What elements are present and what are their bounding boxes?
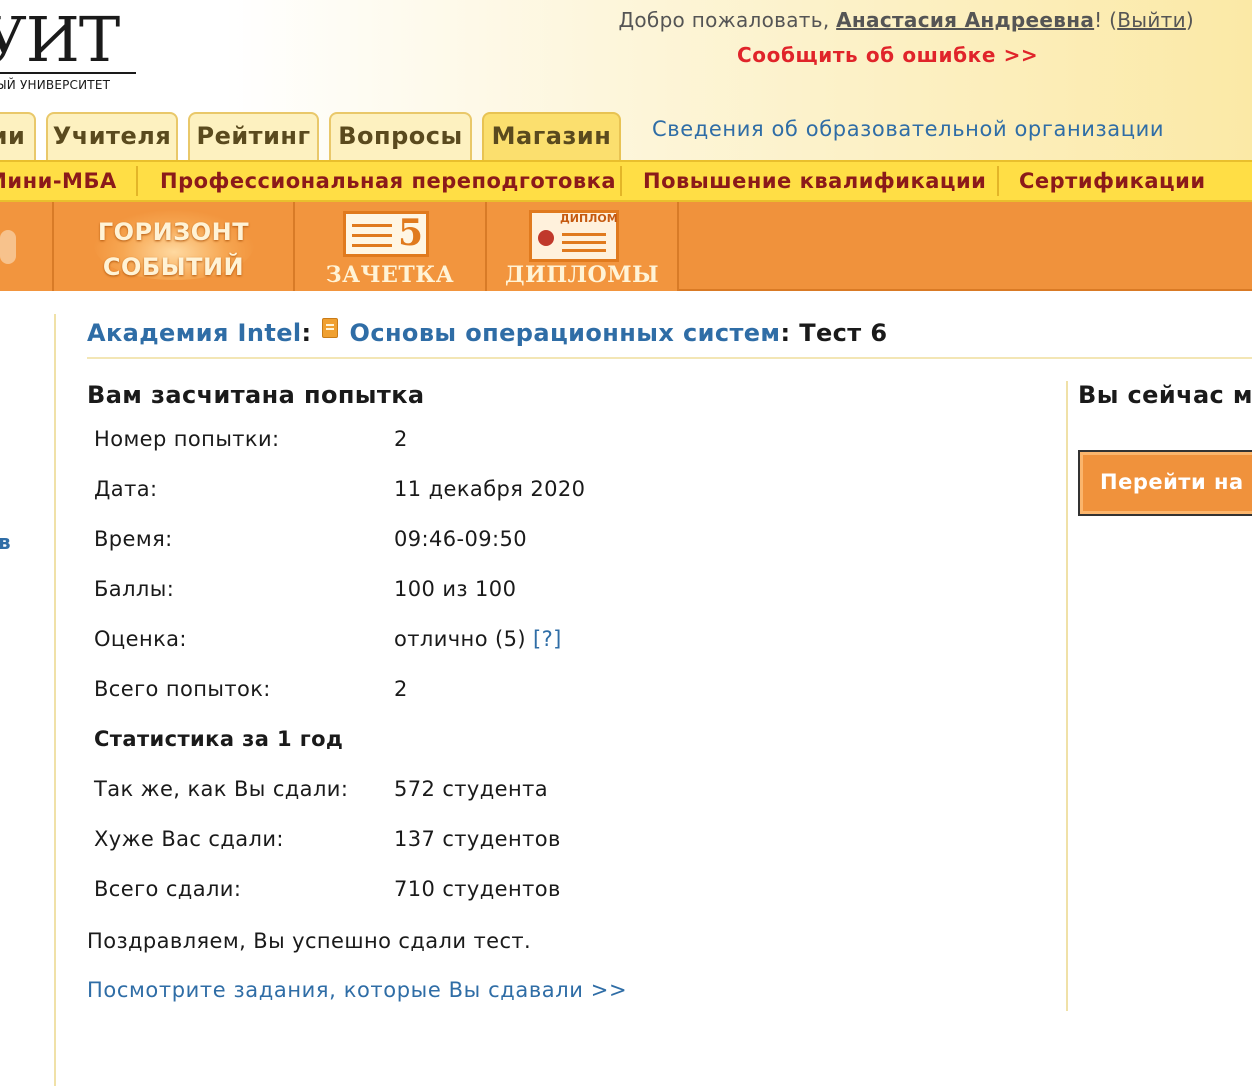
tab-partial[interactable]: ии bbox=[0, 112, 36, 162]
table-row: Всего сдали: 710 студентов bbox=[94, 864, 585, 914]
nav-qualification[interactable]: Повышение квалификации bbox=[643, 169, 986, 193]
total-passed-label: Всего сдали: bbox=[94, 877, 242, 901]
sidebar-heading: Вы сейчас мо bbox=[1078, 381, 1252, 409]
partial-icon bbox=[0, 230, 16, 264]
breadcrumb-divider bbox=[87, 357, 1252, 359]
welcome-punct: ! ( bbox=[1094, 8, 1118, 32]
diplomas-label: ДИПЛОМЫ bbox=[504, 262, 660, 288]
gradebook-tile[interactable]: 5 ЗАЧЕТКА bbox=[295, 202, 487, 291]
feature-bar: ГОРИЗОНТ СОБЫТИЙ 5 ЗАЧЕТКА ДИПЛОМ ДИПЛОМ… bbox=[0, 202, 1252, 291]
user-profile-link[interactable]: Анастасия Андреевна bbox=[836, 8, 1094, 32]
worse-result-label: Хуже Вас сдали: bbox=[94, 827, 284, 851]
time-label: Время: bbox=[94, 527, 173, 551]
horizon-label-top: ГОРИЗОНТ bbox=[97, 218, 250, 246]
diplomas-tile[interactable]: ДИПЛОМ ДИПЛОМЫ bbox=[487, 202, 679, 291]
horizon-label-bottom: СОБЫТИЙ bbox=[102, 253, 245, 281]
book-icon bbox=[321, 318, 338, 338]
goto-button[interactable]: Перейти на с bbox=[1078, 450, 1252, 516]
nav-divider bbox=[997, 166, 999, 196]
attempt-number-label: Номер попытки: bbox=[94, 427, 280, 451]
score-value: 100 из 100 bbox=[394, 577, 517, 601]
breadcrumb: Академия Intel: Основы операционных систе… bbox=[87, 318, 887, 347]
grade-cell: отлично (5) [?] bbox=[394, 614, 585, 664]
same-result-label: Так же, как Вы сдали: bbox=[94, 777, 349, 801]
nav-certification[interactable]: Сертификации bbox=[1019, 169, 1206, 193]
table-row: Всего попыток: 2 bbox=[94, 664, 585, 714]
grade-help-link[interactable]: [?] bbox=[533, 627, 562, 651]
stats-heading: Статистика за 1 год bbox=[94, 727, 344, 751]
nav-divider bbox=[136, 166, 138, 196]
tab-teachers[interactable]: Учителя bbox=[46, 112, 178, 162]
time-value: 09:46-09:50 bbox=[394, 527, 528, 551]
table-row: Дата: 11 декабря 2020 bbox=[94, 464, 585, 514]
date-value: 11 декабря 2020 bbox=[394, 477, 586, 501]
welcome-close: ) bbox=[1185, 8, 1194, 32]
nav-divider bbox=[620, 166, 622, 196]
welcome-message: Добро пожаловать, Анастасия Андреевна! (… bbox=[618, 8, 1194, 32]
logo-subtitle: ЫЙ УНИВЕРСИТЕТ bbox=[0, 78, 111, 92]
worse-result-value: 137 студентов bbox=[394, 827, 561, 851]
events-horizon-tile[interactable]: ГОРИЗОНТ СОБЫТИЙ bbox=[52, 202, 295, 291]
left-column-divider bbox=[54, 314, 56, 1086]
logout-link[interactable]: Выйти bbox=[1117, 8, 1186, 32]
table-row: Так же, как Вы сдали: 572 студента bbox=[94, 764, 585, 814]
gradebook-icon: 5 bbox=[343, 211, 429, 257]
score-label: Баллы: bbox=[94, 577, 175, 601]
report-error-link[interactable]: Сообщить об ошибке >> bbox=[737, 43, 1038, 67]
logo-wordmark[interactable]: УИТ bbox=[0, 4, 120, 76]
grade-value: отлично (5) bbox=[394, 627, 526, 651]
grade-label: Оценка: bbox=[94, 627, 187, 651]
congrats-message: Поздравляем, Вы успешно сдали тест. bbox=[87, 929, 532, 953]
total-attempts-value: 2 bbox=[394, 677, 408, 701]
breadcrumb-separator: : bbox=[780, 319, 791, 347]
tab-questions[interactable]: Вопросы bbox=[329, 112, 472, 162]
welcome-prefix: Добро пожаловать, bbox=[618, 8, 837, 32]
view-tasks-link[interactable]: Посмотрите задания, которые Вы сдавали >… bbox=[87, 978, 627, 1002]
tab-rating[interactable]: Рейтинг bbox=[188, 112, 319, 162]
table-row: Оценка: отлично (5) [?] bbox=[94, 614, 585, 664]
feature-tile-partial[interactable] bbox=[0, 202, 54, 291]
tab-shop[interactable]: Магазин bbox=[482, 112, 621, 162]
attempt-number-value: 2 bbox=[394, 427, 408, 451]
gradebook-label: ЗАЧЕТКА bbox=[325, 262, 455, 288]
table-row: Время: 09:46-09:50 bbox=[94, 514, 585, 564]
nav-mini-mba[interactable]: Мини-МБА bbox=[0, 169, 117, 193]
diploma-icon: ДИПЛОМ bbox=[529, 210, 619, 262]
nav-retraining[interactable]: Профессиональная переподготовка bbox=[160, 169, 616, 193]
result-table: Номер попытки: 2 Дата: 11 декабря 2020 В… bbox=[94, 414, 585, 914]
result-heading: Вам засчитана попытка bbox=[87, 381, 425, 409]
total-passed-value: 710 студентов bbox=[394, 877, 561, 901]
site-header: УИТ ЫЙ УНИВЕРСИТЕТ Добро пожаловать, Ана… bbox=[0, 0, 1252, 162]
test-name: Тест 6 bbox=[799, 319, 888, 347]
date-label: Дата: bbox=[94, 477, 158, 501]
total-attempts-label: Всего попыток: bbox=[94, 677, 271, 701]
breadcrumb-academy-link[interactable]: Академия Intel bbox=[87, 319, 302, 347]
grade-five-digit: 5 bbox=[398, 212, 424, 254]
diploma-tag: ДИПЛОМ bbox=[560, 212, 618, 225]
table-row: Номер попытки: 2 bbox=[94, 414, 585, 464]
same-result-value: 572 студента bbox=[394, 777, 549, 801]
table-row: Баллы: 100 из 100 bbox=[94, 564, 585, 614]
left-sidebar-link[interactable]: в bbox=[0, 530, 11, 554]
org-info-link[interactable]: Сведения об образовательной организации bbox=[652, 117, 1164, 141]
right-column-divider bbox=[1066, 381, 1068, 1011]
breadcrumb-course-link[interactable]: Основы операционных систем bbox=[350, 319, 781, 347]
table-row: Хуже Вас сдали: 137 студентов bbox=[94, 814, 585, 864]
program-nav: Мини-МБА Профессиональная переподготовка… bbox=[0, 160, 1252, 202]
table-row: Статистика за 1 год bbox=[94, 714, 585, 764]
logo-divider bbox=[0, 72, 136, 74]
breadcrumb-separator: : bbox=[301, 319, 312, 347]
breadcrumb-current-test: Тест 6 bbox=[790, 319, 887, 347]
